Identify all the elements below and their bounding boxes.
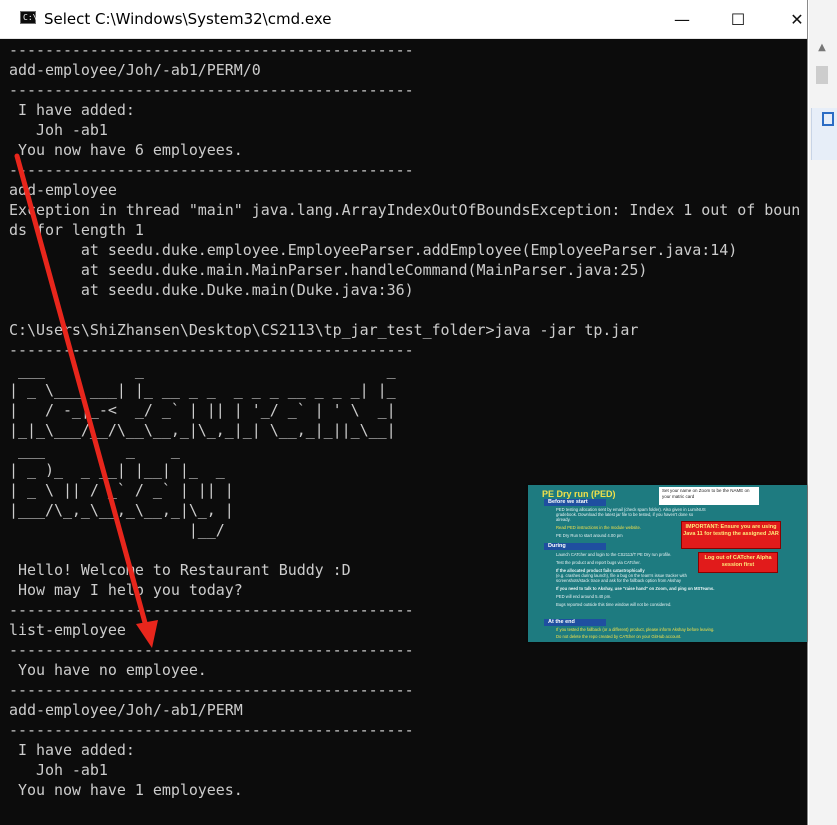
console-line: add-employee/Joh/-ab1/PERM [9, 701, 243, 719]
console-line: at seedu.duke.main.MainParser.handleComm… [9, 261, 648, 279]
app-icon-text: C:\ [23, 13, 38, 22]
slide-bullet: Test the product and report bugs via CAT… [556, 560, 641, 565]
console-line: ----------------------------------------… [9, 681, 414, 699]
slide-bullet: gradebook. Download the latest jar file … [556, 512, 694, 517]
slide-section-during: During [544, 543, 606, 550]
console-line: ----------------------------------------… [9, 721, 414, 739]
slide-section-before: Before we start [544, 499, 606, 506]
console-line: I have added: [9, 101, 135, 119]
console-output[interactable]: ----------------------------------------… [9, 40, 799, 825]
slide-title: PE Dry run (PED) [542, 489, 616, 499]
console-line: ___ _ _ [9, 361, 396, 379]
window-title: Select C:\Windows\System32\cmd.exe [44, 10, 332, 28]
console-line: Joh -ab1 [9, 761, 108, 779]
console-line: ----------------------------------------… [9, 641, 414, 659]
scrollbar-thumb[interactable] [816, 66, 828, 84]
slide-bullet: screenshots/stack trace and ask for the … [556, 578, 681, 583]
console-line: | _ \___ ___| |_ __ _ _ _ _ _ __ _ _ _| … [9, 381, 396, 399]
slide-bullet: If you tested the fallback (or a differe… [556, 627, 715, 632]
maximize-button[interactable]: ☐ [715, 0, 761, 38]
slide-logout-box: Log out of CATcher Alpha session first [698, 552, 778, 573]
console-line: ----------------------------------------… [9, 81, 414, 99]
console-line: You have no employee. [9, 661, 207, 679]
slide-section-end: At the end [544, 619, 606, 626]
slide-bullet: PE Dry Run to start around 4.00 pm [556, 533, 623, 538]
scroll-up-icon[interactable]: ▲ [812, 42, 832, 60]
console-line: add-employee [9, 181, 117, 199]
background-window-icon [822, 112, 834, 126]
slide-bullet: Read PED instructions in the module webs… [556, 525, 641, 530]
slide-bullet: PED will end around 5.40 pm. [556, 594, 612, 599]
console-line: ----------------------------------------… [9, 41, 414, 59]
slide-bullet: If you need to talk to Akshay, use "rais… [556, 586, 715, 591]
console-line: You now have 1 employees. [9, 781, 243, 799]
slide-bullet: already. [556, 517, 571, 522]
title-bar[interactable]: C:\ Select C:\Windows\System32\cmd.exe —… [0, 0, 807, 39]
slide-thumbnail[interactable]: PE Dry run (PED) Set your name on Zoom t… [528, 485, 807, 642]
console-line: C:\Users\ShiZhansen\Desktop\CS2113\tp_ja… [9, 321, 639, 339]
minimize-button[interactable]: — [659, 0, 705, 38]
console-line: ----------------------------------------… [9, 341, 414, 359]
slide-bullet: Bugs reported outside this time window w… [556, 602, 672, 607]
console-line: add-employee/Joh/-ab1/PERM/0 [9, 61, 261, 79]
console-line: at seedu.duke.Duke.main(Duke.java:36) [9, 281, 414, 299]
cmd-app-icon[interactable]: C:\ [20, 11, 38, 24]
maximize-icon: ☐ [730, 9, 746, 29]
slide-zoom-note: Set your name on Zoom to be the NAME on … [659, 487, 759, 505]
close-icon: ✕ [790, 9, 804, 29]
console-line: | / -_|_-< _/ _` | || | '_/ _` | ' \ _| [9, 401, 396, 419]
console-line: | _ )_ _ __| |__| |_ _ [9, 461, 225, 479]
slide-important-box: IMPORTANT: Ensure you are using Java 11 … [681, 521, 781, 549]
cmd-window: C:\ Select C:\Windows\System32\cmd.exe —… [0, 0, 808, 825]
console-line: Joh -ab1 [9, 121, 108, 139]
console-line: Exception in thread "main" java.lang.Arr… [9, 201, 799, 219]
slide-bullet: Do not delete the repo created by CATche… [556, 634, 682, 639]
console-line: ___ _ _ [9, 441, 180, 459]
console-line: I have added: [9, 741, 135, 759]
slide-bullet: Launch CATcher and login to the CS2113/T… [556, 552, 672, 557]
console-line: You now have 6 employees. [9, 141, 243, 159]
console-line: ds for length 1 [9, 221, 144, 239]
console-line: at seedu.duke.employee.EmployeeParser.ad… [9, 241, 738, 259]
console-line: ----------------------------------------… [9, 161, 414, 179]
minimize-icon: — [674, 9, 690, 29]
console-line: |_|_\___/__/\__\__,_|\_,_|_| \__,_|_||_\… [9, 421, 396, 439]
